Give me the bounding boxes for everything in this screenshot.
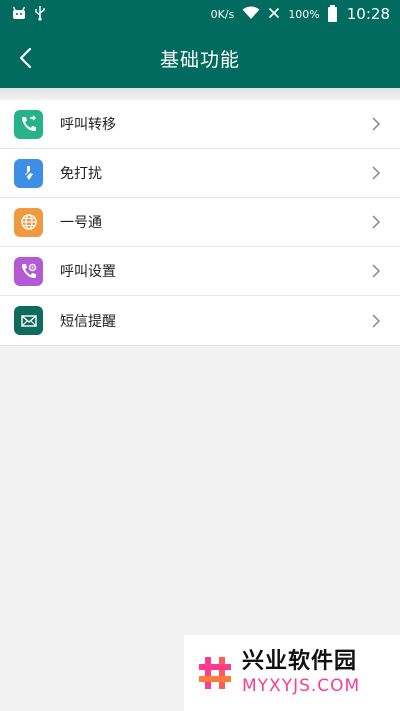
no-signal-icon <box>268 7 280 22</box>
battery-icon <box>327 4 337 22</box>
status-bar: 0K/s 100% 10:28 <box>0 0 400 28</box>
chevron-right-icon <box>366 212 386 232</box>
status-left <box>12 5 46 24</box>
menu-item-label: 呼叫设置 <box>60 264 116 280</box>
chevron-right-icon <box>366 114 386 134</box>
network-speed: 0K/s <box>210 7 235 21</box>
back-button[interactable] <box>10 42 42 74</box>
call-forward-icon <box>14 109 43 139</box>
do-not-disturb-icon <box>14 158 43 188</box>
menu-item-label: 短信提醒 <box>60 313 116 330</box>
menu-item-label: 一号通 <box>60 215 102 231</box>
watermark-cn: 兴业软件园 <box>242 649 358 674</box>
battery-level: 100% <box>288 7 320 21</box>
menu-item-do-not-disturb[interactable]: 免打扰 <box>0 149 400 198</box>
hash-logo-icon <box>196 654 234 692</box>
wifi-icon <box>242 6 260 23</box>
usb-icon <box>34 5 46 24</box>
watermark: 兴业软件园 MYXYJS.COM <box>184 635 400 711</box>
chevron-right-icon <box>366 311 386 331</box>
page-title: 基础功能 <box>159 48 240 71</box>
watermark-text: 兴业软件园 MYXYJS.COM <box>242 651 360 695</box>
chevron-right-icon <box>366 261 386 281</box>
status-time: 10:28 <box>346 5 390 23</box>
menu-item-sms-reminder[interactable]: 短信提醒 <box>0 296 400 345</box>
header-shadow <box>0 88 400 100</box>
menu-item-call-forwarding[interactable]: 呼叫转移 <box>0 100 400 149</box>
status-right: 0K/s 100% 10:28 <box>210 4 390 23</box>
menu-item-call-settings[interactable]: 呼叫设置 <box>0 247 400 296</box>
menu-list: 呼叫转移 免打扰 一号通 呼叫设置 短信提醒 <box>0 100 400 346</box>
menu-item-label: 免打扰 <box>60 166 102 182</box>
android-icon <box>12 6 26 23</box>
menu-item-label: 呼叫转移 <box>60 117 116 133</box>
sms-envelope-icon <box>14 306 43 335</box>
call-settings-icon <box>14 256 43 286</box>
app-bar: 基础功能 <box>0 28 400 88</box>
menu-item-one-number[interactable]: 一号通 <box>0 198 400 247</box>
chevron-left-icon <box>19 47 32 69</box>
watermark-en: MYXYJS.COM <box>242 676 361 696</box>
chevron-right-icon <box>366 163 386 183</box>
globe-icon <box>14 207 43 237</box>
